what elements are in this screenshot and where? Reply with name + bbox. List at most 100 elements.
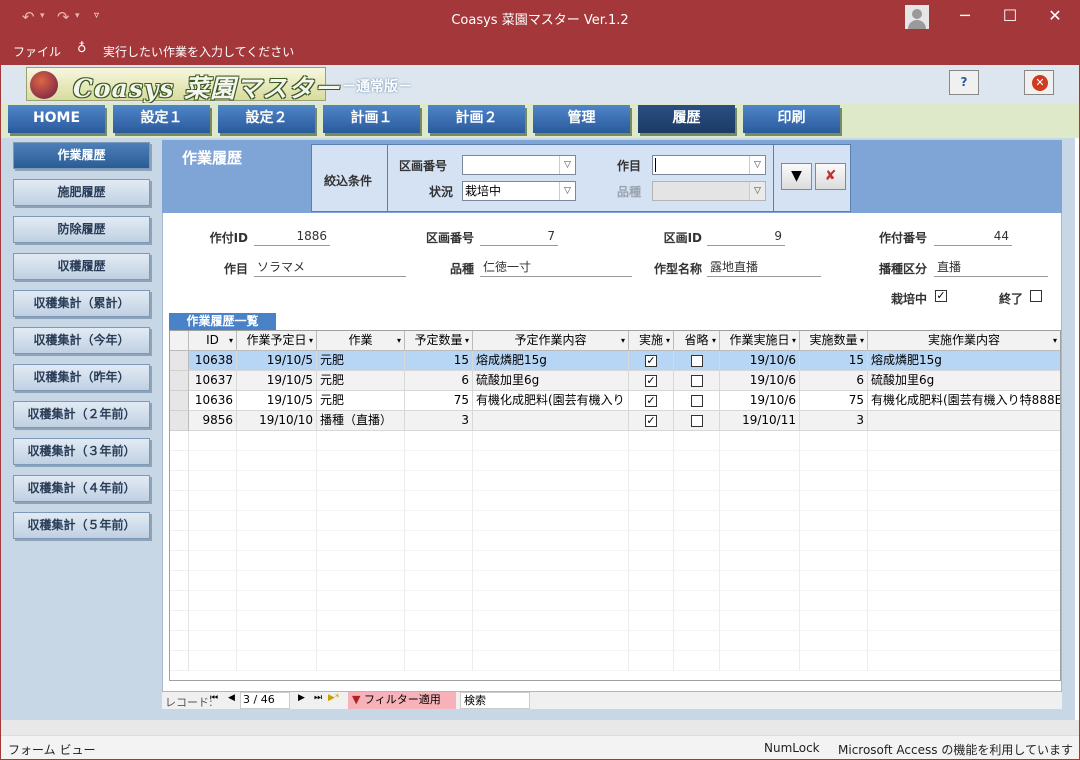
column-header-id[interactable]: ID ▾ [189, 331, 237, 351]
done-checkbox[interactable]: ✓ [645, 414, 657, 427]
column-header-done-date[interactable]: 作業実施日 ▾ [720, 331, 800, 351]
cell-done-content[interactable] [868, 411, 1060, 431]
tab-print[interactable]: 印刷 [743, 105, 840, 133]
cell-done-qty[interactable]: 15 [800, 351, 868, 371]
column-header-done-content[interactable]: 実施作業内容 ▾ [868, 331, 1060, 351]
cell-done-content[interactable]: 有機化成肥料(園芸有機入り特888E [868, 391, 1060, 411]
sidebar-item-harvest-total-last-year[interactable]: 収穫集計（昨年） [13, 364, 150, 391]
first-record-icon[interactable]: ⏮ [210, 693, 218, 703]
tab-plan-2[interactable]: 計画２ [428, 105, 525, 133]
status-filter-select[interactable]: 栽培中 ▽ [462, 181, 576, 201]
previous-record-icon[interactable]: ◀ [228, 693, 235, 703]
cell-plan-qty[interactable]: 3 [405, 411, 473, 431]
cell-skip[interactable] [674, 411, 720, 431]
done-checkbox[interactable]: ✓ [645, 374, 657, 387]
sidebar-item-harvest-total-cumulative[interactable]: 収穫集計（累計） [13, 290, 150, 317]
tell-me-input[interactable]: 実行したい作業を入力してください [103, 43, 294, 60]
chevron-down-icon[interactable]: ▾ [860, 331, 864, 350]
cell-done-date[interactable]: 19/10/6 [720, 371, 800, 391]
cell-skip[interactable] [674, 351, 720, 371]
skip-checkbox[interactable] [690, 414, 703, 427]
sidebar-item-harvest-total-4-years-ago[interactable]: 収穫集計（４年前） [13, 475, 150, 502]
cell-plan-date[interactable]: 19/10/10 [237, 411, 317, 431]
cell-plan-content[interactable]: 熔成燐肥15g [473, 351, 629, 371]
close-window-icon[interactable]: ✕ [1040, 6, 1070, 25]
column-header-work[interactable]: 作業 ▾ [317, 331, 405, 351]
column-header-plan-qty[interactable]: 予定数量 ▾ [405, 331, 473, 351]
cell-work[interactable]: 播種（直播） [317, 411, 405, 431]
filter-applied-indicator[interactable]: ▼ フィルター適用 [348, 692, 456, 709]
cell-plan-date[interactable]: 19/10/5 [237, 351, 317, 371]
chevron-down-icon[interactable]: ▾ [397, 331, 401, 350]
skip-checkbox[interactable] [690, 394, 703, 407]
growing-checkbox[interactable]: ✓ [935, 290, 947, 302]
sidebar-item-pest-control-history[interactable]: 防除履歴 [13, 216, 150, 243]
chevron-down-icon[interactable]: ▾ [792, 331, 796, 350]
finished-checkbox[interactable] [1030, 290, 1042, 302]
search-input[interactable]: 検索 [460, 692, 530, 709]
sidebar-item-harvest-history[interactable]: 収穫履歴 [13, 253, 150, 280]
cell-skip[interactable] [674, 391, 720, 411]
cell-plan-content[interactable]: 有機化成肥料(園芸有機入り [473, 391, 629, 411]
column-header-skip[interactable]: 省略 ▾ [674, 331, 720, 351]
cell-done-content[interactable]: 熔成燐肥15g [868, 351, 1060, 371]
clear-filter-button[interactable]: ✘ [815, 163, 846, 190]
column-header-done[interactable]: 実施 ▾ [629, 331, 674, 351]
cell-work[interactable]: 元肥 [317, 371, 405, 391]
minimize-icon[interactable]: ─ [950, 6, 980, 25]
sidebar-item-harvest-total-2-years-ago[interactable]: 収穫集計（２年前） [13, 401, 150, 428]
tab-home[interactable]: HOME [8, 105, 105, 133]
row-selector[interactable] [170, 411, 189, 431]
tab-settings-2[interactable]: 設定２ [218, 105, 315, 133]
row-selector[interactable] [170, 371, 189, 391]
cell-done[interactable]: ✓ [629, 411, 674, 431]
cell-plan-date[interactable]: 19/10/5 [237, 371, 317, 391]
skip-checkbox[interactable] [690, 374, 703, 387]
column-header-plan-content[interactable]: 予定作業内容 ▾ [473, 331, 629, 351]
chevron-down-icon[interactable]: ▽ [559, 156, 575, 174]
row-selector[interactable] [170, 351, 189, 371]
sidebar-item-work-history[interactable]: 作業履歴 [13, 142, 150, 169]
maximize-icon[interactable]: ☐ [995, 6, 1025, 25]
chevron-down-icon[interactable]: ▾ [621, 331, 625, 350]
cell-id[interactable]: 10638 [189, 351, 237, 371]
chevron-down-icon[interactable]: ▽ [749, 156, 765, 174]
last-record-icon[interactable]: ⏭ [314, 693, 322, 703]
column-header-done-qty[interactable]: 実施数量 ▾ [800, 331, 868, 351]
row-selector[interactable] [170, 391, 189, 411]
chevron-down-icon[interactable]: ▾ [1053, 331, 1057, 350]
done-checkbox[interactable]: ✓ [645, 354, 657, 367]
cell-id[interactable]: 9856 [189, 411, 237, 431]
chevron-down-icon[interactable]: ▾ [465, 331, 469, 350]
cell-plan-date[interactable]: 19/10/5 [237, 391, 317, 411]
cell-plan-qty[interactable]: 75 [405, 391, 473, 411]
new-record-icon[interactable]: ▶* [328, 693, 339, 703]
tab-plan-1[interactable]: 計画１ [323, 105, 420, 133]
help-button[interactable]: ? [949, 70, 979, 95]
cell-done[interactable]: ✓ [629, 391, 674, 411]
cell-skip[interactable] [674, 371, 720, 391]
apply-filter-button[interactable]: ▼ [781, 163, 812, 190]
chevron-down-icon[interactable]: ▾ [229, 331, 233, 350]
user-avatar[interactable] [905, 5, 929, 29]
cell-done[interactable]: ✓ [629, 371, 674, 391]
cell-done-qty[interactable]: 75 [800, 391, 868, 411]
cell-done-date[interactable]: 19/10/11 [720, 411, 800, 431]
skip-checkbox[interactable] [690, 354, 703, 367]
cell-done-qty[interactable]: 6 [800, 371, 868, 391]
chevron-down-icon[interactable]: ▾ [309, 331, 313, 350]
next-record-icon[interactable]: ▶ [298, 693, 305, 703]
tab-settings-1[interactable]: 設定１ [113, 105, 210, 133]
cell-plan-content[interactable] [473, 411, 629, 431]
sidebar-item-harvest-total-5-years-ago[interactable]: 収穫集計（５年前） [13, 512, 150, 539]
chevron-down-icon[interactable]: ▽ [559, 182, 575, 200]
cell-id[interactable]: 10636 [189, 391, 237, 411]
cell-work[interactable]: 元肥 [317, 351, 405, 371]
cell-done-content[interactable]: 硫酸加里6g [868, 371, 1060, 391]
plot-filter-select[interactable]: ▽ [462, 155, 576, 175]
cell-id[interactable]: 10637 [189, 371, 237, 391]
done-checkbox[interactable]: ✓ [645, 394, 657, 407]
crop-filter-select[interactable]: ▽ [652, 155, 766, 175]
sidebar-item-fertilizer-history[interactable]: 施肥履歴 [13, 179, 150, 206]
sidebar-item-harvest-total-this-year[interactable]: 収穫集計（今年） [13, 327, 150, 354]
